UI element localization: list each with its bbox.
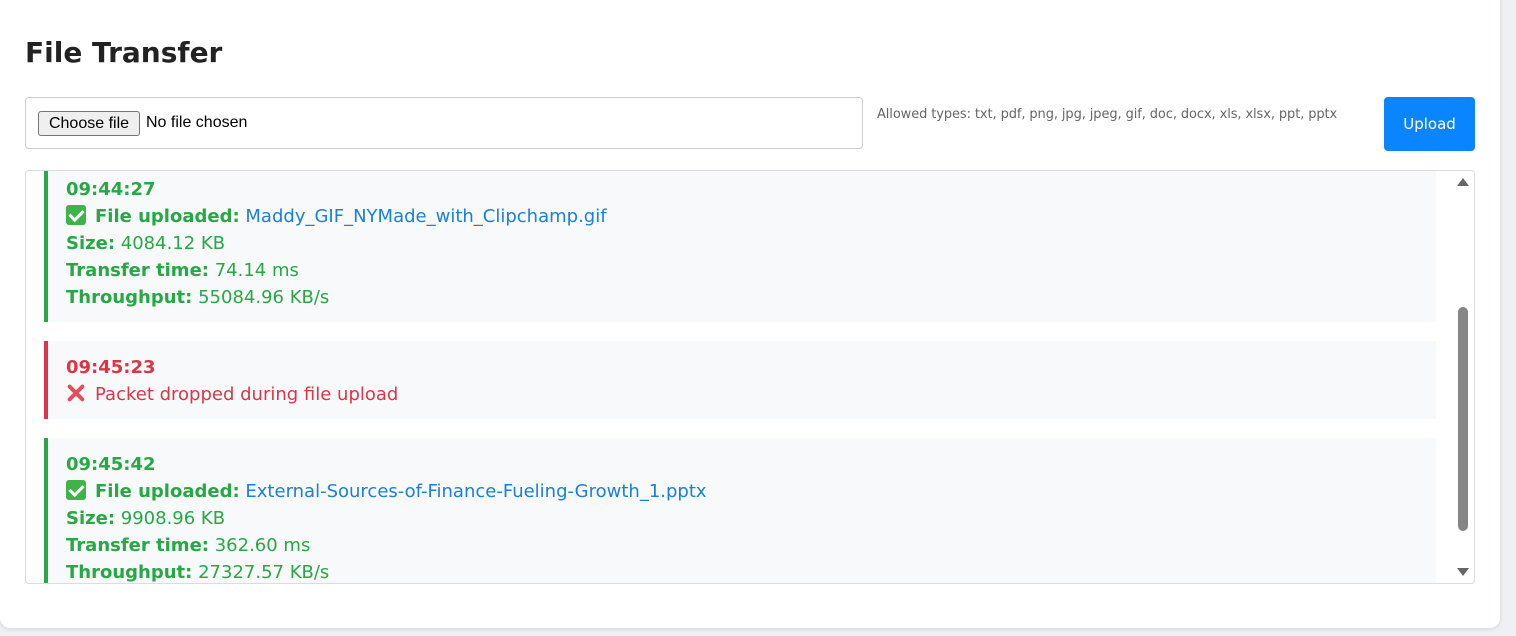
log-entry-time: 09:45:42 (66, 454, 156, 475)
page-title: File Transfer (25, 36, 223, 69)
upload-button[interactable]: Upload (1384, 97, 1475, 151)
log-entry-message: Packet dropped during file upload (95, 384, 399, 405)
log-entry-success: 09:45:42 File uploaded: External-Sources… (44, 438, 1436, 583)
log-scrollbar[interactable] (1452, 171, 1474, 583)
size-value: 9908.96 KB (120, 508, 226, 529)
size-value: 4084.12 KB (120, 233, 226, 254)
log-entry-message-label: File uploaded: (95, 481, 240, 502)
log-entry-time: 09:45:23 (66, 357, 156, 378)
scroll-up-arrow-icon[interactable] (1457, 178, 1469, 186)
throughput-label: Throughput: (66, 562, 193, 583)
transfer-time-label: Transfer time: (66, 535, 209, 556)
file-input[interactable]: Choose file No file chosen (25, 97, 863, 149)
scroll-down-arrow-icon[interactable] (1457, 568, 1469, 576)
throughput-label: Throughput: (66, 287, 193, 308)
uploaded-file-name[interactable]: Maddy_GIF_NYMade_with_Clipchamp.gif (245, 206, 606, 227)
file-status-text: No file chosen (146, 114, 248, 131)
throughput-value: 27327.57 KB/s (198, 562, 330, 583)
check-mark-icon (66, 480, 86, 500)
log-entry-message-label: File uploaded: (95, 206, 240, 227)
transfer-log[interactable]: 09:44:27 File uploaded: Maddy_GIF_NYMade… (25, 170, 1475, 584)
log-entry-time: 09:44:27 (66, 179, 156, 200)
transfer-time-label: Transfer time: (66, 260, 209, 281)
check-mark-icon (66, 205, 86, 225)
size-label: Size: (66, 508, 116, 529)
throughput-value: 55084.96 KB/s (198, 287, 330, 308)
uploaded-file-name[interactable]: External-Sources-of-Finance-Fueling-Grow… (245, 481, 706, 502)
scrollbar-thumb[interactable] (1458, 307, 1468, 531)
transfer-time-value: 74.14 ms (214, 260, 299, 281)
log-entry-success: 09:44:27 File uploaded: Maddy_GIF_NYMade… (44, 171, 1436, 322)
cross-mark-icon (66, 383, 86, 403)
allowed-types-hint: Allowed types: txt, pdf, png, jpg, jpeg,… (877, 107, 1338, 122)
transfer-time-value: 362.60 ms (214, 535, 311, 556)
choose-file-button[interactable]: Choose file (38, 111, 140, 136)
size-label: Size: (66, 233, 116, 254)
log-entry-error: 09:45:23 Packet dropped during file uplo… (44, 341, 1436, 419)
